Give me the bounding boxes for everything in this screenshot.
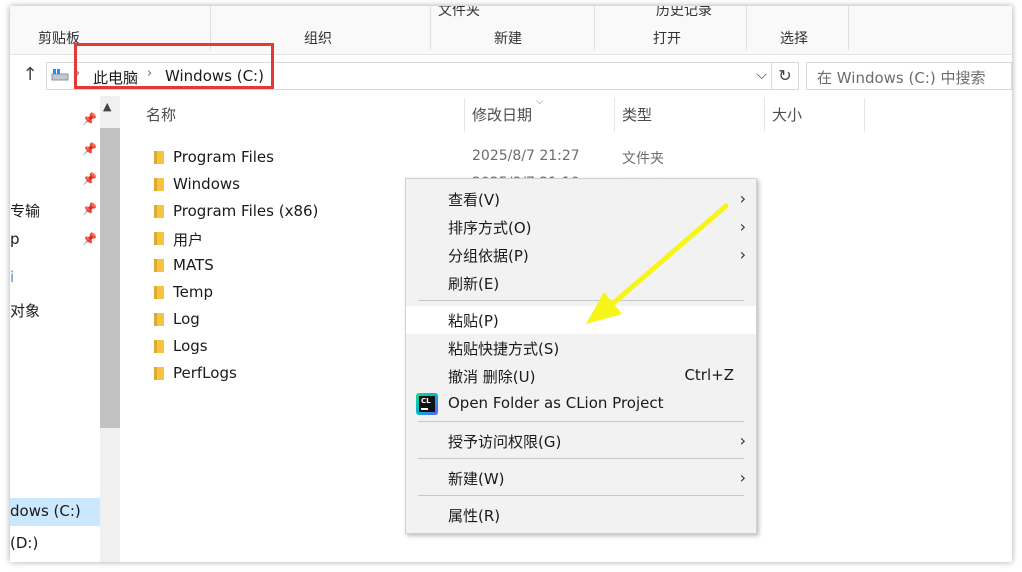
annotation-arrow-head <box>586 292 622 324</box>
annotation-arrow <box>586 203 729 324</box>
explorer-window: 文件夹 历史记录 剪贴板 组织 新建 打开 选择 ↑ › 此电脑 › Windo… <box>10 6 1012 562</box>
annotation-arrow-shaft <box>607 203 729 309</box>
